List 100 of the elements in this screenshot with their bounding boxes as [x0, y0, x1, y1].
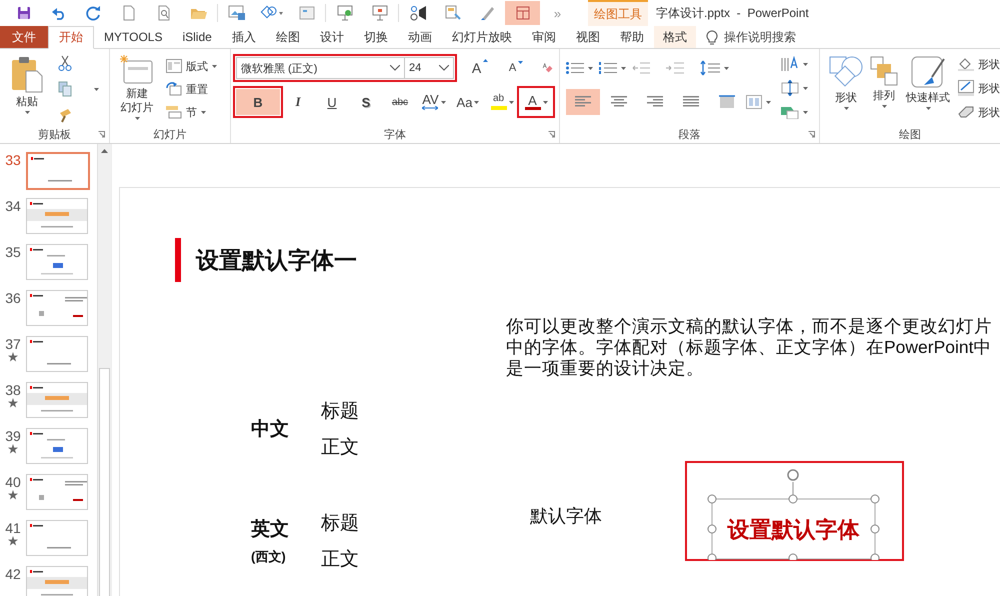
underline-button[interactable]: U	[316, 89, 348, 115]
undo-icon	[50, 6, 66, 20]
caret-icon	[440, 100, 446, 104]
drawing-tool-button[interactable]: 形状	[826, 53, 866, 127]
sample-text[interactable]: 设置默认字体	[712, 500, 875, 560]
language-note: (西文)	[251, 548, 286, 566]
new-slide-icon	[120, 55, 154, 85]
slide-option-button[interactable]: 重置	[166, 78, 217, 100]
folder-icon	[190, 6, 208, 20]
chevron-down-icon[interactable]	[390, 65, 400, 71]
paste-button[interactable]: 粘贴	[6, 53, 48, 127]
dialog-launcher-icon[interactable]	[808, 131, 815, 138]
drawing-tool-button[interactable]: 排列	[866, 53, 902, 127]
slide-thumbnail[interactable]	[26, 198, 88, 234]
slide-thumbnail[interactable]	[26, 474, 88, 510]
default-font-label: 默认字体	[530, 505, 602, 528]
shape-format-button[interactable]: 形状	[958, 101, 1000, 123]
ribbon-tab[interactable]: 开始	[48, 26, 94, 49]
slide-thumbnail[interactable]	[26, 428, 88, 464]
camera-icon	[408, 5, 428, 21]
ribbon-tab[interactable]: 审阅	[522, 26, 566, 48]
spacing-button[interactable]: AV	[418, 89, 450, 115]
ribbon-tab[interactable]: 文件	[0, 26, 48, 48]
window-title: 字体设计.pptx - PowerPoint	[656, 4, 809, 22]
ribbon-tab[interactable]: 设计	[310, 26, 354, 48]
slide-thumbnail[interactable]	[26, 520, 88, 556]
align-center-icon	[611, 96, 627, 108]
ribbon-tab[interactable]: iSlide	[172, 26, 222, 48]
ribbon-tab[interactable]: 视图	[566, 26, 610, 48]
slide-number: 34	[5, 198, 21, 214]
caret-icon	[508, 100, 514, 104]
font-name-field[interactable]: 微软雅黑 (正文)	[236, 57, 404, 79]
dialog-launcher-icon[interactable]	[548, 131, 555, 138]
ribbon-tab[interactable]: 帮助	[610, 26, 654, 48]
slide-number: 39	[5, 428, 21, 444]
font-size-field[interactable]: 24	[404, 57, 454, 79]
bullets-icon[interactable]	[566, 62, 584, 74]
slide-thumbnail[interactable]	[26, 290, 88, 326]
picture-icon	[228, 5, 246, 21]
increase-indent-icon[interactable]	[666, 62, 684, 74]
italic-button[interactable]: I	[282, 89, 314, 115]
group-label: 字体	[383, 128, 407, 143]
new-slide-button[interactable]: 新建 幻灯片	[116, 53, 158, 127]
ribbon-tab[interactable]: MYTOOLS	[94, 26, 172, 48]
align-left-button[interactable]	[566, 89, 600, 115]
ribbon-tab[interactable]: 动画	[398, 26, 442, 48]
search-field[interactable]: 操作说明搜索	[724, 28, 796, 46]
format-painter-icon[interactable]	[58, 107, 74, 123]
decrease-indent-icon[interactable]	[632, 62, 650, 74]
ribbon-tab[interactable]: 插入	[222, 26, 266, 48]
slide-thumbnail[interactable]	[26, 152, 90, 190]
slide-number: 35	[5, 244, 21, 260]
align-right-icon	[647, 96, 663, 108]
paint-bucket-icon	[958, 57, 974, 71]
columns-icon[interactable]	[746, 95, 762, 109]
drawing-tool-button[interactable]: 快速样式	[902, 53, 954, 127]
contextual-tab-header: 绘图工具	[588, 0, 648, 26]
slide-thumbnail[interactable]	[26, 244, 88, 280]
shadow-button[interactable]: S	[350, 89, 382, 115]
font-role-label: 正文	[321, 548, 359, 572]
align-left-icon	[575, 96, 591, 108]
highlight-button[interactable]: ab	[486, 89, 518, 115]
align-text-icon[interactable]	[781, 80, 799, 96]
increase-arrow-icon	[483, 59, 488, 62]
slide-number: 41	[5, 520, 21, 536]
color-button[interactable]: A	[520, 89, 552, 115]
smartart-icon[interactable]	[781, 105, 799, 119]
ribbon-tab[interactable]: 格式	[654, 26, 696, 48]
slide-thumbnail[interactable]	[26, 566, 88, 596]
ribbon-tab[interactable]: 绘图	[266, 26, 310, 48]
dialog-launcher-icon[interactable]	[98, 131, 105, 138]
caret-icon	[803, 62, 808, 66]
chevron-down-icon[interactable]	[439, 65, 449, 71]
line-spacing-icon[interactable]	[700, 60, 720, 76]
ribbon-tab[interactable]: 切换	[354, 26, 398, 48]
slide-option-button[interactable]: 节	[166, 101, 217, 123]
strike-button[interactable]: abc	[384, 89, 416, 115]
slide-thumbnail[interactable]	[26, 382, 88, 418]
grow-font-button[interactable]: A	[464, 55, 496, 81]
scroll-up-icon[interactable]	[99, 147, 110, 155]
numbering-icon[interactable]	[599, 62, 617, 74]
slide-option-button[interactable]: 版式	[166, 55, 217, 77]
scrollbar-thumb[interactable]	[99, 368, 110, 596]
font-role-label: 标题	[321, 512, 359, 536]
group-label: 绘图	[898, 128, 922, 143]
text-direction-icon[interactable]	[781, 56, 799, 72]
shape-format-button[interactable]: 形状	[958, 77, 1000, 99]
copy-icon[interactable]	[58, 81, 72, 97]
layout-button[interactable]	[505, 1, 540, 25]
ribbon-tab[interactable]: 幻灯片放映	[442, 26, 522, 48]
shrink-font-button[interactable]: A	[500, 55, 532, 81]
quick-styles-icon	[910, 55, 946, 89]
lightbulb-icon	[706, 29, 718, 45]
scissors-icon[interactable]	[58, 55, 72, 71]
save-icon	[16, 6, 30, 20]
shape-format-button[interactable]: 形状	[958, 53, 1000, 75]
bold-button[interactable]: B	[236, 89, 280, 115]
group-label: 幻灯片	[152, 128, 188, 143]
slide-thumbnail[interactable]	[26, 336, 88, 372]
case-button[interactable]: Aa	[452, 89, 484, 115]
